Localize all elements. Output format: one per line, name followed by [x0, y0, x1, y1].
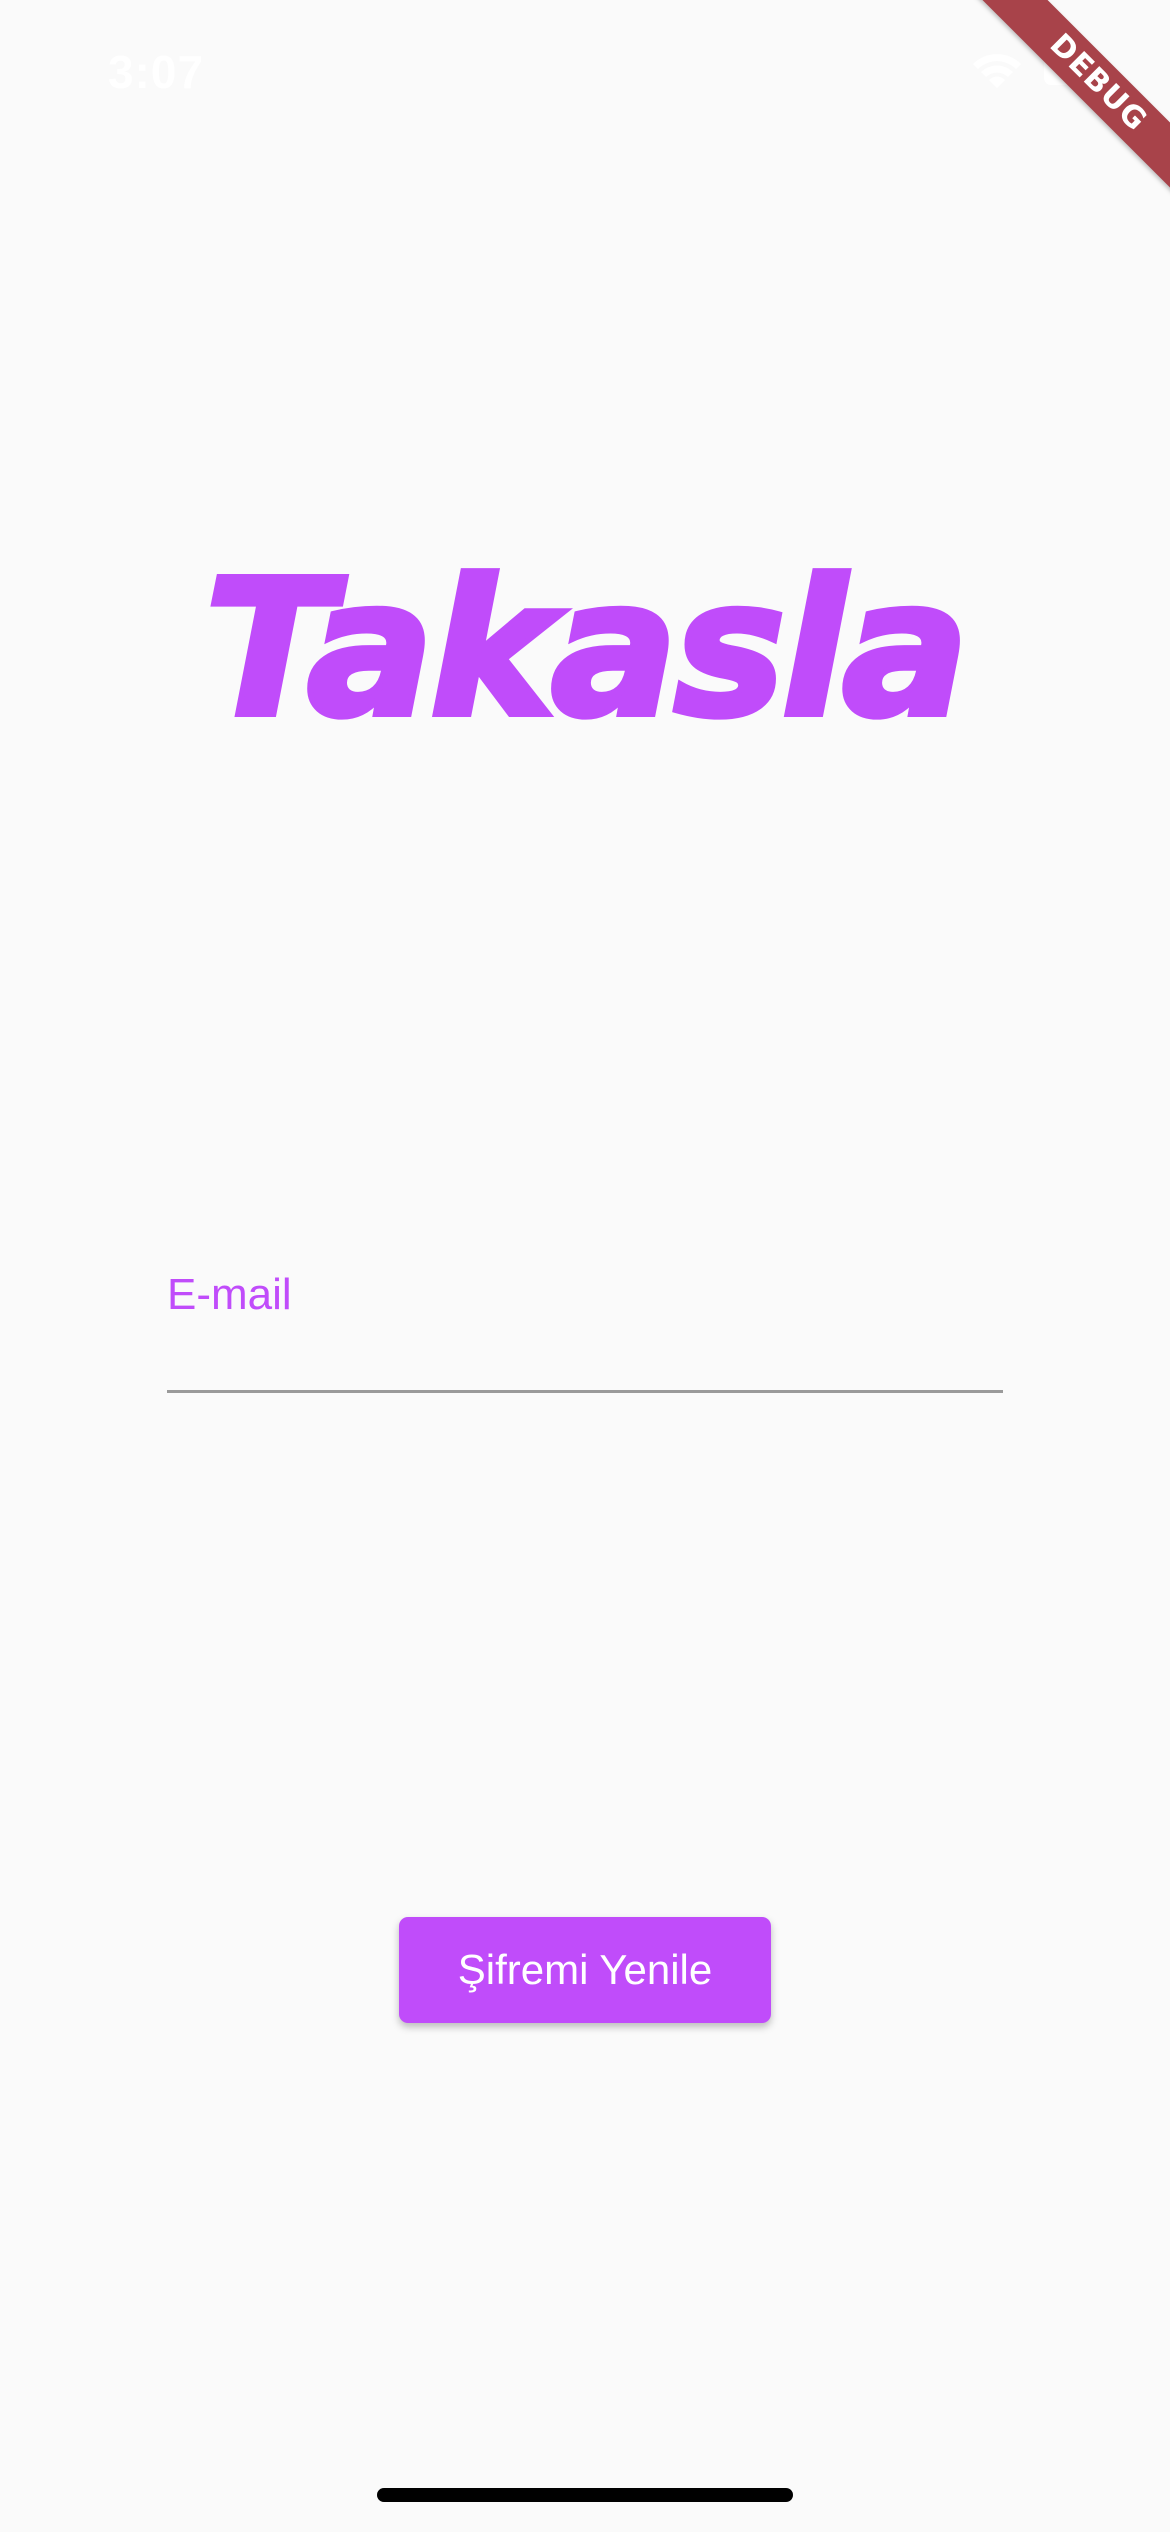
email-label: E-mail [167, 1270, 292, 1319]
debug-banner: DEBUG [970, 0, 1170, 200]
reset-password-button[interactable]: Şifremi Yenile [399, 1917, 771, 2023]
email-input[interactable] [167, 1330, 1003, 1390]
status-time: 3:07 [108, 46, 205, 98]
app-logo: Takasla [202, 540, 972, 759]
home-indicator [377, 2488, 793, 2502]
email-underline [167, 1390, 1003, 1393]
debug-ribbon-label: DEBUG [975, 0, 1170, 200]
email-field[interactable]: E-mail [167, 1270, 1003, 1394]
